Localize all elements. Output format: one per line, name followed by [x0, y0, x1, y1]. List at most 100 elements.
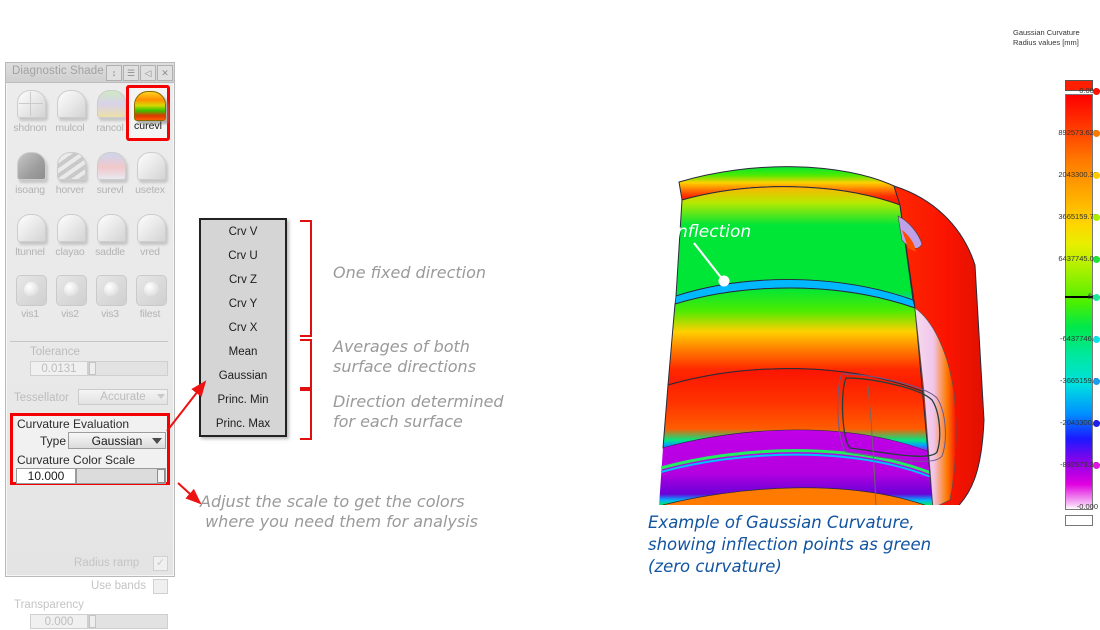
curvature-evaluation-label: Curvature Evaluation [17, 417, 130, 431]
surface-thumb-icon [94, 149, 127, 182]
knob-icon [94, 273, 127, 306]
icon-label: vred [140, 246, 160, 258]
curvature-legend: Gaussian Curvature Radius values [mm] 0.… [1013, 28, 1100, 526]
note-adjust-scale: Adjust the scale to get the colors where… [200, 492, 479, 532]
curvature-color-scale-input[interactable]: 10.000 [16, 468, 76, 484]
surface-thumb-icon [94, 211, 127, 244]
curvature-render-viewport: Inflection [632, 0, 1012, 505]
bracket-averages [300, 339, 312, 389]
legend-cap-bottom[interactable] [1065, 515, 1093, 526]
legend-tick-label: -0.000 [1076, 502, 1098, 511]
panel-title: Diagnostic Shade [12, 65, 104, 77]
curvature-color-scale-slider[interactable] [76, 468, 166, 484]
icon-label: isoang [15, 184, 45, 196]
menu-item-mean[interactable]: Mean [201, 340, 285, 364]
legend-title: Gaussian Curvature Radius values [mm] [1013, 28, 1080, 48]
shader-icon-filest[interactable]: filest [130, 271, 170, 333]
surface-thumb-icon [134, 149, 167, 182]
menu-item-princ-min[interactable]: Princ. Min [201, 388, 285, 412]
shader-icon-vis3[interactable]: vis3 [90, 271, 130, 333]
shader-icon-saddle[interactable]: saddle [90, 209, 130, 271]
tolerance-label: Tolerance [30, 346, 80, 358]
divider [10, 341, 168, 342]
menu-item-gaussian[interactable]: Gaussian [201, 364, 285, 388]
use-bands-checkbox[interactable] [153, 579, 168, 594]
shader-icon-vis2[interactable]: vis2 [50, 271, 90, 333]
transparency-label: Transparency [14, 599, 84, 611]
icon-label: surevl [96, 184, 124, 196]
menu-item-crv-z[interactable]: Crv Z [201, 268, 285, 292]
icon-label: usetex [135, 184, 165, 196]
bracket-per-surface [300, 389, 312, 440]
surface-thumb-icon [134, 211, 167, 244]
shader-icon-rancol[interactable]: rancol [90, 85, 130, 147]
bracket-fixed-direction [300, 220, 312, 337]
icon-label: curevl [133, 120, 162, 132]
icon-row: ltunnel clayao saddle vred [10, 209, 170, 271]
legend-color-bar[interactable] [1065, 94, 1093, 510]
transparency-input[interactable]: 0.000 [30, 614, 88, 629]
shader-icon-shdnon[interactable]: shdnon [10, 85, 50, 147]
car-rear-model [659, 166, 985, 505]
icon-label: ltunnel [15, 246, 45, 258]
curvature-type-value: Gaussian [91, 433, 143, 448]
tolerance-slider[interactable] [88, 361, 168, 376]
chevron-down-icon [152, 438, 162, 444]
shader-icon-horver[interactable]: horver [50, 147, 90, 209]
transparency-slider[interactable] [88, 614, 168, 629]
type-label: Type [40, 434, 67, 448]
surface-thumb-icon [14, 87, 47, 120]
knob-icon [54, 273, 87, 306]
shader-icon-isoang[interactable]: isoang [10, 147, 50, 209]
surface-thumb-icon [54, 87, 87, 120]
icon-row: isoang horver surevl usetex [10, 147, 170, 209]
tessellator-select[interactable]: Accurate [78, 389, 168, 405]
surface-thumb-icon [94, 87, 127, 120]
note-direction-determined: Direction determined for each surface [333, 392, 504, 432]
diagnostic-shade-panel: Diagnostic Shade ↕ ☰ ◁ ✕ shdnon mulcol r… [5, 62, 175, 629]
shader-icon-ltunnel[interactable]: ltunnel [10, 209, 50, 271]
shader-icon-curevl[interactable]: curevl [126, 85, 170, 141]
menu-item-princ-max[interactable]: Princ. Max [201, 412, 285, 436]
shader-icon-mulcol[interactable]: mulcol [50, 85, 90, 147]
arrow-scale-to-note [177, 482, 202, 505]
radius-ramp-checkbox[interactable]: ✓ [153, 556, 168, 571]
shader-icon-surevl[interactable]: surevl [90, 147, 130, 209]
curvature-type-select[interactable]: Gaussian [68, 432, 166, 449]
use-bands-label: Use bands [91, 580, 146, 592]
close-icon[interactable]: ✕ [157, 65, 173, 81]
surface-thumb-icon [54, 211, 87, 244]
menu-item-crv-y[interactable]: Crv Y [201, 292, 285, 316]
curvature-color-scale-label: Curvature Color Scale [17, 453, 136, 467]
shader-icon-clayao[interactable]: clayao [50, 209, 90, 271]
curvature-type-dropdown-menu[interactable]: Crv V Crv U Crv Z Crv Y Crv X Mean Gauss… [199, 218, 287, 437]
menu-icon[interactable]: ☰ [123, 65, 139, 81]
shader-icon-usetex[interactable]: usetex [130, 147, 170, 209]
menu-item-crv-u[interactable]: Crv U [201, 244, 285, 268]
collapse-left-icon[interactable]: ◁ [140, 65, 156, 81]
icon-label: vis3 [101, 308, 119, 320]
menu-item-crv-v[interactable]: Crv V [201, 220, 285, 244]
menu-item-crv-x[interactable]: Crv X [201, 316, 285, 340]
surface-thumb-icon [14, 211, 47, 244]
render-caption: Example of Gaussian Curvature, showing i… [648, 513, 932, 576]
shader-icon-vred[interactable]: vred [130, 209, 170, 271]
panel-titlebar: Diagnostic Shade ↕ ☰ ◁ ✕ [6, 63, 174, 83]
resize-vertical-icon[interactable]: ↕ [106, 65, 122, 81]
slider-handle[interactable] [157, 469, 165, 483]
curvature-evaluate-icon [134, 91, 166, 121]
icon-label: vis1 [21, 308, 39, 320]
radius-ramp-label: Radius ramp [74, 557, 140, 569]
icon-label: filest [139, 308, 161, 320]
shader-icon-vis1[interactable]: vis1 [10, 271, 50, 333]
tolerance-input[interactable]: 0.0131 [30, 361, 88, 376]
knob-cursor-icon [134, 273, 167, 306]
tessellator-label: Tessellator [14, 392, 69, 404]
icon-label: horver [55, 184, 85, 196]
chevron-down-icon [157, 394, 165, 399]
icon-label: mulcol [55, 122, 85, 134]
icon-label: clayao [55, 246, 85, 258]
icon-row: vis1 vis2 vis3 filest [10, 271, 170, 333]
icon-label: shdnon [13, 122, 47, 134]
icon-label: saddle [95, 246, 125, 258]
